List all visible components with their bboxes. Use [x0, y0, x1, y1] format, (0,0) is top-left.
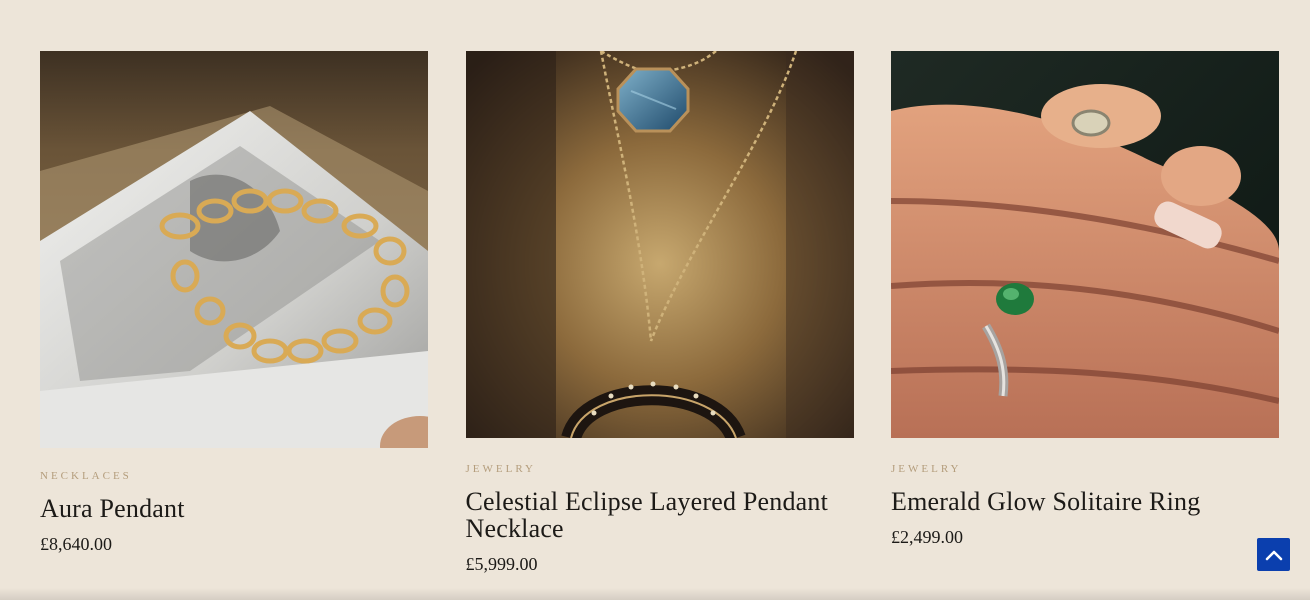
product-image-link[interactable]	[465, 51, 854, 438]
product-image-link[interactable]	[40, 51, 428, 448]
scroll-to-top-button[interactable]	[1257, 538, 1290, 571]
product-title[interactable]: Celestial Eclipse Layered Pendant Neckla…	[466, 488, 854, 542]
section-divider-shadow	[0, 588, 1310, 600]
product-card[interactable]: JEWELRY Celestial Eclipse Layered Pendan…	[465, 51, 854, 575]
product-price: £5,999.00	[465, 554, 538, 574]
product-price: £8,640.00	[40, 534, 112, 554]
emerald-ring-hand-photo	[891, 51, 1279, 438]
product-title[interactable]: Emerald Glow Solitaire Ring	[891, 488, 1279, 515]
product-card[interactable]: NECKLACES Aura Pendant £8,640.00	[40, 51, 428, 575]
gold-chain-bracelet-photo	[40, 51, 428, 448]
product-category[interactable]: JEWELRY	[891, 463, 1279, 475]
product-price: £2,499.00	[891, 527, 963, 547]
product-grid: NECKLACES Aura Pendant £8,640.00 JEWELRY…	[40, 51, 1279, 575]
product-category[interactable]: JEWELRY	[466, 463, 854, 475]
product-category[interactable]: NECKLACES	[40, 470, 428, 482]
product-title[interactable]: Aura Pendant	[40, 495, 428, 522]
layered-pendant-necklace-photo	[465, 51, 854, 438]
product-card[interactable]: JEWELRY Emerald Glow Solitaire Ring £2,4…	[891, 51, 1279, 575]
product-image-link[interactable]	[891, 51, 1279, 438]
chevron-up-icon	[1265, 550, 1282, 560]
